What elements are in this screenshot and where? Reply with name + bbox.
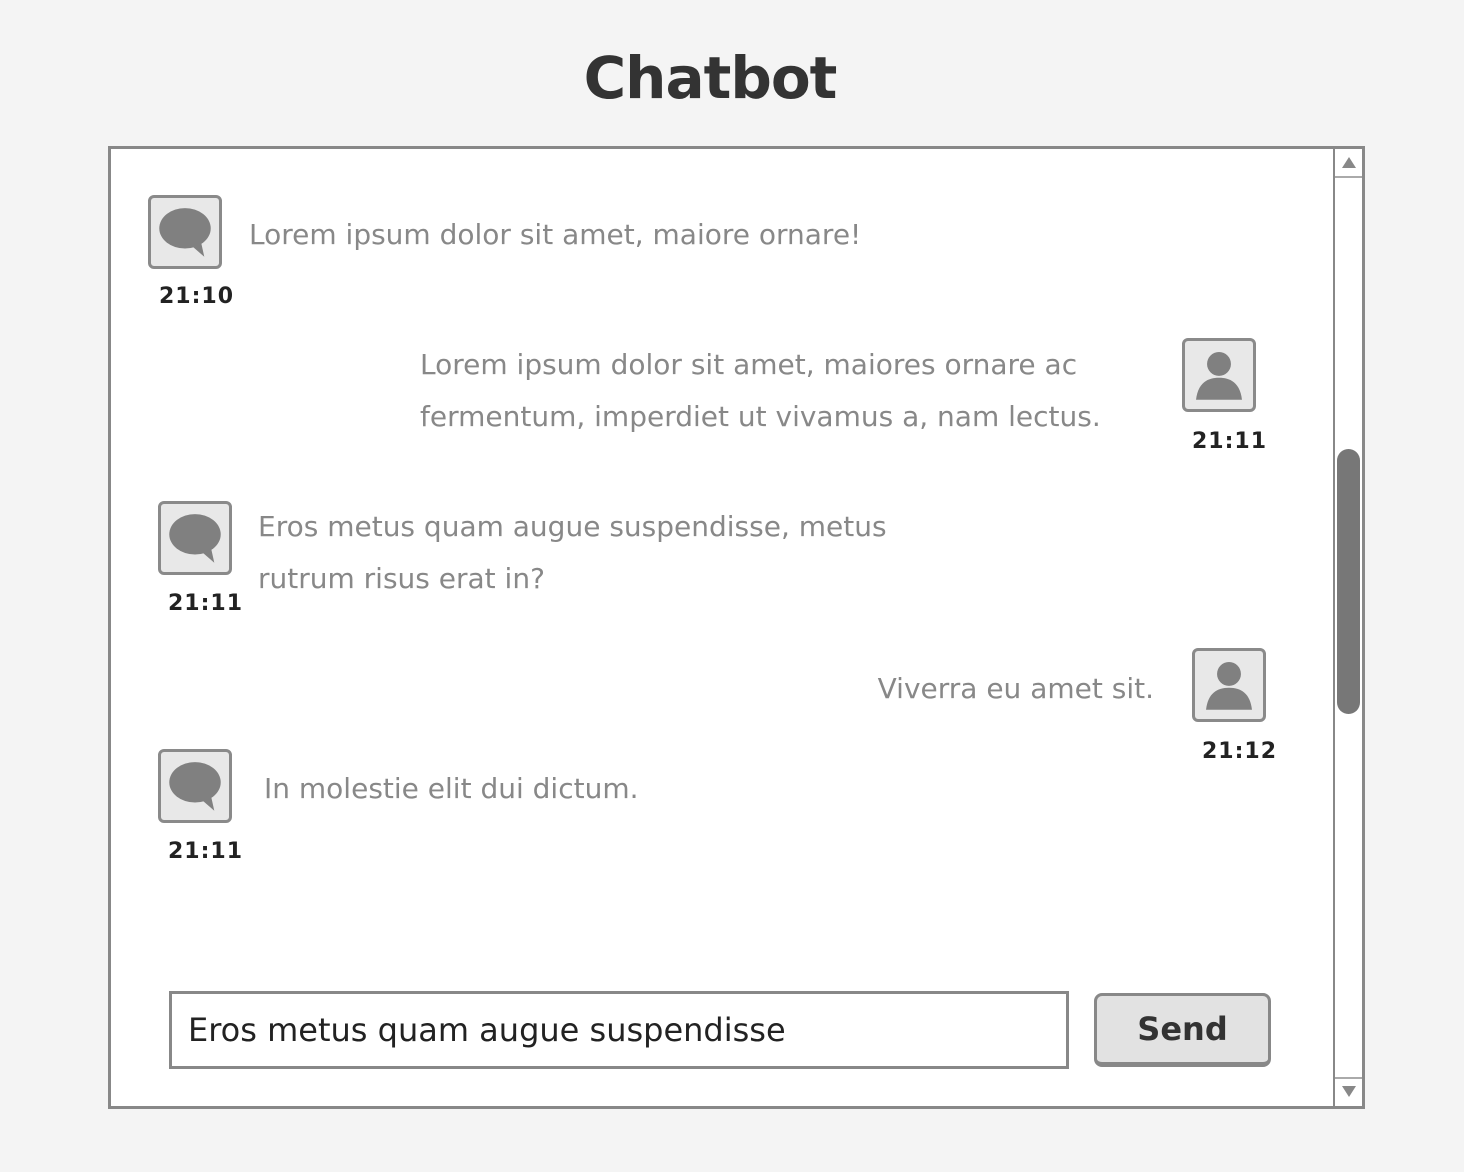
speech-bubble-icon: [169, 514, 221, 563]
bot-message-text: In molestie elit dui dictum.: [264, 772, 639, 805]
user-message-text: Lorem ipsum dolor sit amet, maiores orna…: [420, 348, 1101, 433]
bot-avatar: [158, 749, 232, 823]
message-time: 21:11: [168, 839, 244, 864]
page-title: Chatbot: [583, 44, 838, 112]
user-avatar: [1192, 648, 1266, 722]
user-icon: [1196, 352, 1242, 400]
message-time: 21:11: [168, 591, 244, 616]
bot-message-text: Eros metus quam augue suspendisse, metus…: [258, 510, 887, 595]
bot-avatar: [148, 195, 222, 269]
message-time: 21:12: [1202, 739, 1278, 764]
message-input[interactable]: [169, 991, 1069, 1069]
speech-bubble-icon: [169, 762, 221, 811]
send-button[interactable]: Send: [1094, 993, 1271, 1067]
user-message-text: Viverra eu amet sit.: [877, 672, 1154, 705]
speech-bubble-icon: [159, 208, 211, 257]
vertical-scrollbar[interactable]: [1333, 149, 1362, 1106]
scroll-thumb[interactable]: [1337, 449, 1360, 714]
scroll-down-arrow-icon[interactable]: [1335, 1077, 1362, 1106]
user-icon: [1206, 662, 1252, 710]
message-time: 21:11: [1192, 429, 1268, 454]
chat-window: 21:10 Lorem ipsum dolor sit amet, maiore…: [108, 146, 1365, 1109]
user-avatar: [1182, 338, 1256, 412]
bot-message-text: Lorem ipsum dolor sit amet, maiore ornar…: [249, 218, 862, 251]
bot-avatar: [158, 501, 232, 575]
message-time: 21:10: [159, 284, 235, 309]
scroll-up-arrow-icon[interactable]: [1335, 149, 1362, 178]
